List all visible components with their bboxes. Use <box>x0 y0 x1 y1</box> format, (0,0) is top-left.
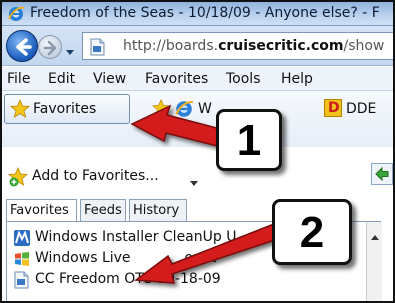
callout-1: 1 <box>216 109 282 171</box>
callout-2-label: 2 <box>299 208 325 257</box>
callout-1-label: 1 <box>236 116 262 165</box>
callout-2: 2 <box>272 199 352 265</box>
arrow-2 <box>133 223 283 284</box>
arrow-1 <box>130 104 225 148</box>
browser-window: Freedom of the Seas - 10/18/09 - Anyone … <box>0 0 395 303</box>
